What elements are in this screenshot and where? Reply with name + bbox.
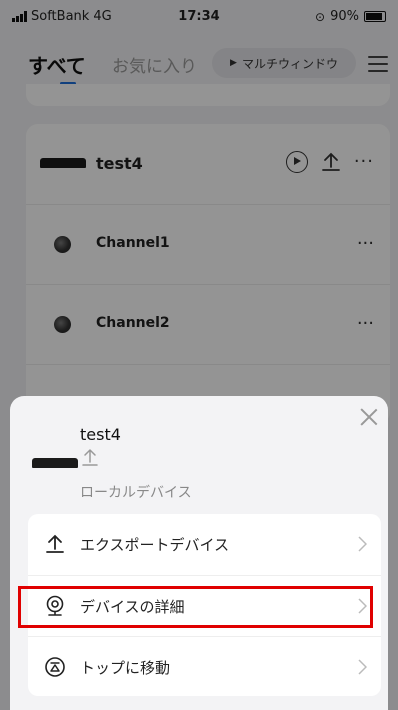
close-icon[interactable] bbox=[358, 406, 380, 428]
menu-item-label: トップに移動 bbox=[80, 659, 171, 677]
app-screen: SoftBank 4G 17:34 ⊙ 90% すべて お気に入り ▶ マルチウ… bbox=[0, 0, 398, 710]
menu-item-label: エクスポートデバイス bbox=[80, 536, 230, 554]
export-icon bbox=[46, 534, 64, 553]
highlight-annotation bbox=[18, 586, 373, 628]
export-status-icon bbox=[82, 448, 98, 466]
export-device-button[interactable]: エクスポートデバイス bbox=[28, 514, 381, 574]
move-to-top-button[interactable]: トップに移動 bbox=[28, 636, 381, 696]
nvr-device-icon bbox=[32, 458, 78, 468]
device-type-label: ローカルデバイス bbox=[80, 485, 192, 501]
move-top-icon bbox=[45, 657, 65, 677]
sheet-device-name: test4 bbox=[80, 425, 121, 444]
device-action-sheet: test4 ローカルデバイス エクスポートデバイス デバイスの詳細 トップに移動 bbox=[10, 396, 388, 710]
chevron-right-icon bbox=[358, 659, 367, 675]
chevron-right-icon bbox=[358, 536, 367, 552]
